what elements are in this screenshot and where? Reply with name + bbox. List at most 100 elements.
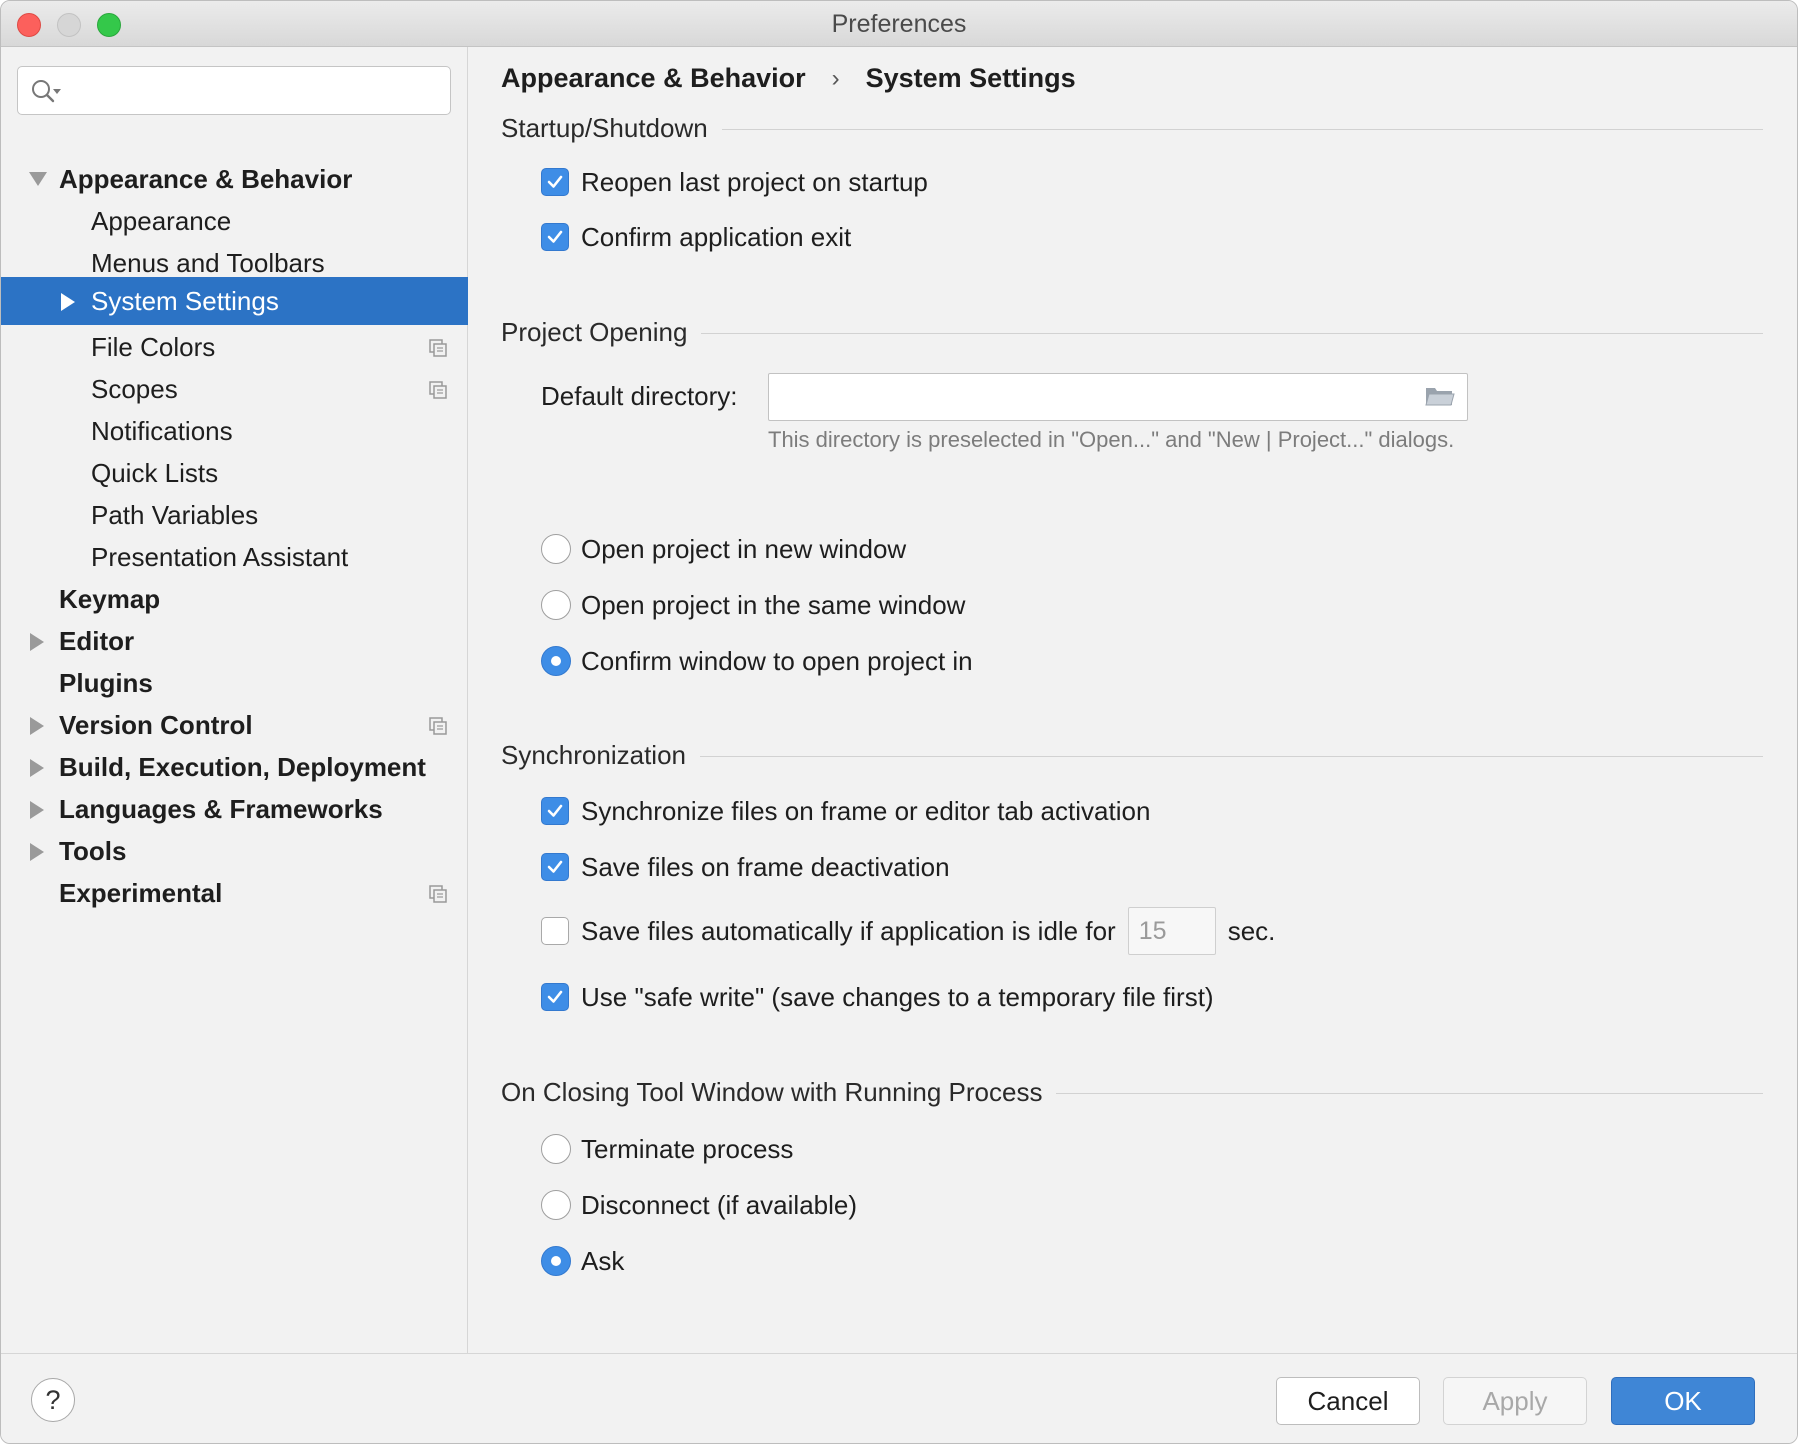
checkbox-label: Confirm application exit [581,221,852,252]
apply-button[interactable]: Apply [1443,1377,1587,1425]
radio-unselected-icon[interactable] [541,534,571,564]
section-divider [700,755,1763,757]
window-title: Preferences [831,10,967,38]
open-same-window-radio[interactable]: Open project in the same window [541,587,965,623]
collapsed-arrow-icon[interactable] [30,801,44,819]
collapsed-arrow-icon[interactable] [30,759,44,777]
ok-button[interactable]: OK [1611,1377,1755,1425]
expanded-arrow-icon[interactable] [29,172,47,186]
tree-item-label: System Settings [91,285,279,316]
checkbox-checked-icon[interactable] [541,223,569,251]
tree-item-quick-lists[interactable]: Quick Lists [1,449,468,497]
collapsed-arrow-icon[interactable] [61,293,75,311]
tree-item-label: Experimental [59,877,223,908]
breadcrumb-parent[interactable]: Appearance & Behavior [501,63,806,94]
checkbox-checked-icon[interactable] [541,797,569,825]
save-idle-checkbox[interactable] [541,917,569,945]
checkbox-label: Use "safe write" (save changes to a temp… [581,981,1214,1012]
tree-item-path-variables[interactable]: Path Variables [1,491,468,539]
tree-item-notifications[interactable]: Notifications [1,407,468,455]
tree-item-version-control[interactable]: Version Control [1,701,468,749]
tree-item-label: Presentation Assistant [91,541,349,572]
tree-item-label: Editor [59,625,135,656]
checkbox-checked-icon[interactable] [541,168,569,196]
ask-radio[interactable]: Ask [541,1243,624,1279]
tree-item-experimental[interactable]: Experimental [1,869,468,917]
radio-label: Open project in new window [581,533,907,564]
collapsed-arrow-icon[interactable] [30,843,44,861]
radio-unselected-icon[interactable] [541,590,571,620]
tree-item-label: Appearance & Behavior [59,163,353,194]
tree-item-label: Tools [59,835,127,866]
tree-item-label: Appearance [91,205,232,236]
section-synchronization: Synchronization [501,737,1763,773]
save-on-deactivation-checkbox[interactable]: Save files on frame deactivation [541,849,950,885]
browse-folder-icon[interactable] [1425,385,1455,407]
radio-selected-icon[interactable] [541,1246,571,1276]
default-directory-field[interactable] [768,373,1468,421]
checkbox-label: Synchronize files on frame or editor tab… [581,795,1151,826]
radio-unselected-icon[interactable] [541,1190,571,1220]
radio-selected-icon[interactable] [541,646,571,676]
tree-item-label: Path Variables [91,499,259,530]
save-idle-row: Save files automatically if application … [541,907,1275,955]
cancel-button[interactable]: Cancel [1276,1377,1420,1425]
tree-item-label: Languages & Frameworks [59,793,383,824]
checkbox-label: Save files automatically if application … [581,915,1116,946]
idle-seconds-input[interactable]: 15 [1127,907,1216,955]
radio-unselected-icon[interactable] [541,1134,571,1164]
open-new-window-radio[interactable]: Open project in new window [541,531,906,567]
radio-label: Confirm window to open project in [581,645,973,676]
tree-item-scopes[interactable]: Scopes [1,365,468,413]
section-title: Project Opening [501,316,688,347]
radio-label: Disconnect (if available) [581,1189,858,1220]
tree-item-tools[interactable]: Tools [1,827,468,875]
tree-item-languages-frameworks[interactable]: Languages & Frameworks [1,785,468,833]
reopen-last-project-checkbox[interactable]: Reopen last project on startup [541,164,928,200]
safe-write-checkbox[interactable]: Use "safe write" (save changes to a temp… [541,979,1214,1015]
breadcrumb: Appearance & Behavior › System Settings [501,63,1076,94]
settings-content: Appearance & Behavior › System Settings … [469,47,1797,1353]
settings-sidebar: Appearance & Behavior Appearance Menus a… [1,47,468,1353]
radio-label: Terminate process [581,1133,794,1164]
collapsed-arrow-icon[interactable] [30,717,44,735]
section-project-opening: Project Opening [501,314,1763,350]
tree-item-keymap[interactable]: Keymap [1,575,468,623]
disconnect-radio[interactable]: Disconnect (if available) [541,1187,857,1223]
default-directory-label: Default directory: [541,381,738,411]
tree-item-editor[interactable]: Editor [1,617,468,665]
tree-item-file-colors[interactable]: File Colors [1,323,468,371]
sync-files-checkbox[interactable]: Synchronize files on frame or editor tab… [541,793,1150,829]
section-divider [1056,1092,1763,1094]
radio-label: Open project in the same window [581,589,966,620]
tree-item-appearance-behavior[interactable]: Appearance & Behavior [1,155,468,203]
search-icon [32,80,61,103]
tree-item-label: Quick Lists [91,457,219,488]
confirm-window-radio[interactable]: Confirm window to open project in [541,643,973,679]
tree-item-label: Scopes [91,373,178,404]
help-button[interactable]: ? [31,1378,75,1422]
tree-item-system-settings[interactable]: System Settings [1,277,468,325]
section-startup-shutdown: Startup/Shutdown [501,110,1763,146]
project-settings-icon [429,717,447,735]
section-title: Synchronization [501,739,686,770]
section-divider [721,128,1763,130]
checkbox-checked-icon[interactable] [541,983,569,1011]
checkbox-checked-icon[interactable] [541,853,569,881]
section-on-closing-tool-window: On Closing Tool Window with Running Proc… [501,1074,1763,1110]
breadcrumb-current: System Settings [865,63,1076,93]
terminate-process-radio[interactable]: Terminate process [541,1131,793,1167]
preferences-window: Preferences Appearance & Behavior Appear… [0,0,1798,1444]
tree-item-build-execution-deployment[interactable]: Build, Execution, Deployment [1,743,468,791]
tree-item-label: Version Control [59,709,253,740]
default-directory-hint: This directory is preselected in "Open..… [768,427,1455,452]
tree-item-label: Build, Execution, Deployment [59,751,426,782]
tree-item-appearance[interactable]: Appearance [1,197,468,245]
project-settings-icon [429,885,447,903]
collapsed-arrow-icon[interactable] [30,633,44,651]
tree-item-label: Plugins [59,667,153,698]
tree-item-presentation-assistant[interactable]: Presentation Assistant [1,533,468,581]
confirm-exit-checkbox[interactable]: Confirm application exit [541,219,851,255]
search-input[interactable] [17,66,451,115]
tree-item-plugins[interactable]: Plugins [1,659,468,707]
